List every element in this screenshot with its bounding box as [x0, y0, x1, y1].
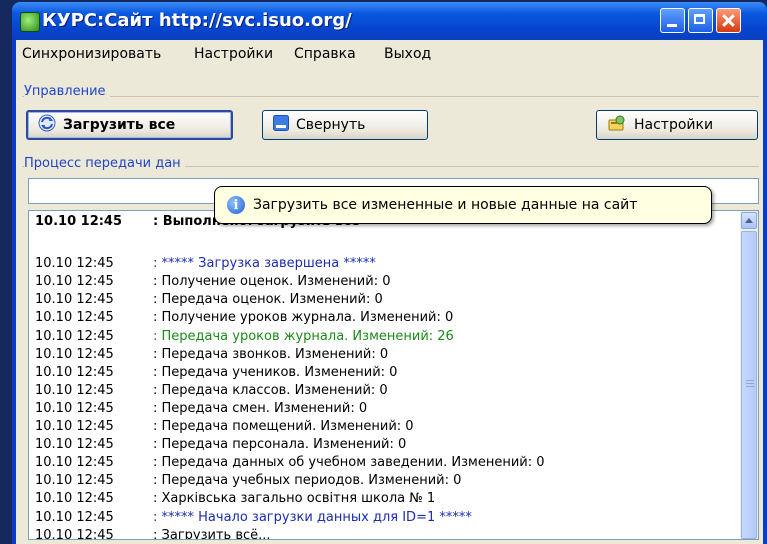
log-row-message: : Передача оценок. Изменений: 0 — [153, 292, 383, 308]
log-row-message: : Получение уроков журнала. Изменений: 0 — [153, 310, 454, 326]
log-row-time: 10.10 12:45 — [35, 455, 114, 471]
close-window-button[interactable] — [716, 8, 741, 33]
log-row-message: : Харківська загально освітня школа № 1 — [153, 491, 436, 507]
control-group-label: Управление — [24, 84, 110, 99]
maximize-window-button[interactable] — [688, 8, 713, 33]
app-window: КУРС:Сайт http://svc.isuo.org/ Синхрониз… — [12, 2, 767, 544]
log-row: 10.10 12:45 : Передача учеников. Изменени… — [35, 365, 397, 380]
log-row-time: 10.10 12:45 — [35, 256, 114, 272]
control-group-line — [22, 96, 759, 97]
log-row: 10.10 12:45 : Загрузить всё... — [35, 527, 271, 540]
log-row: 10.10 12:45 : Харківська загально освітня… — [35, 491, 435, 506]
log-row-message: : Получение оценок. Изменений: 0 — [153, 274, 391, 290]
settings-icon — [607, 114, 627, 136]
minimize-window-button[interactable] — [660, 8, 685, 33]
scroll-up-button[interactable] — [741, 212, 757, 229]
log-row-time: 10.10 12:45 — [35, 400, 114, 416]
log-row-message: : Загрузить всё... — [153, 527, 271, 540]
log-row-time: 10.10 12:45 — [35, 274, 114, 290]
log-row-message: : Передача смен. Изменений: 0 — [153, 400, 368, 416]
log-row: 10.10 12:45 : Передача учебных периодов. … — [35, 473, 461, 488]
grip-icon — [746, 380, 754, 388]
log-row: 10.10 12:45 : Передача звонков. Изменений… — [35, 347, 388, 362]
log-row: 10.10 12:45 : Получение оценок. Изменений… — [35, 274, 391, 289]
log-row: 10.10 12:45 : Получение уроков журнала. И… — [35, 310, 453, 325]
refresh-icon — [38, 114, 56, 136]
log-row-time: 10.10 12:45 — [35, 419, 114, 434]
upload-all-label: Загрузить все — [63, 117, 176, 133]
log-row-message: : Передача помещений. Изменений: 0 — [153, 419, 414, 434]
menu-exit[interactable]: Выход — [384, 46, 431, 62]
log-scrollbar[interactable] — [740, 211, 758, 539]
log-row-message: : ***** Начало загрузки данных для ID=1 … — [153, 509, 472, 525]
log-row-message: : Передача учебных периодов. Изменений: … — [153, 473, 462, 489]
minimize-button[interactable]: Свернуть — [262, 110, 428, 140]
log-row: 10.10 12:45 : Передача персонала. Изменен… — [35, 437, 406, 452]
log-row-time: 10.10 12:45 — [35, 364, 114, 380]
log-row: 10.10 12:45 : Передача оценок. Изменений:… — [35, 292, 383, 307]
transfer-group-label: Процесс передачи дан — [24, 156, 185, 171]
log-row: 10.10 12:45 : ***** Загрузка завершена **… — [35, 256, 376, 271]
log-row-time: 10.10 12:45 — [35, 509, 114, 525]
app-icon — [20, 12, 40, 32]
tooltip-text: Загрузить все измененные и новые данные … — [253, 197, 638, 213]
scroll-thumb[interactable] — [741, 231, 757, 539]
log-row-message: : ***** Загрузка завершена ***** — [153, 256, 376, 272]
log-row-time: 10.10 12:45 — [35, 310, 114, 326]
settings-label: Настройки — [634, 117, 714, 133]
log-row-time: 10.10 12:45 — [35, 292, 114, 308]
log-row: 10.10 12:45 : Передача смен. Изменений: 0 — [35, 401, 367, 416]
log-row-time: 10.10 12:45 — [35, 527, 114, 540]
upload-all-tooltip: i Загрузить все измененные и новые данны… — [214, 186, 712, 224]
menu-bar: Синхронизировать Настройки Справка Выход — [16, 40, 763, 64]
log-row: 10.10 12:45 : Передача помещений. Изменен… — [35, 419, 414, 434]
log-row-message: : Передача персонала. Изменений: 0 — [153, 437, 407, 453]
log-row-time: 10.10 12:45 — [35, 214, 123, 229]
log-row-time: 10.10 12:45 — [35, 382, 114, 398]
log-row-message: : Передача классов. Изменений: 0 — [153, 382, 388, 398]
log-row: 10.10 12:45 : Передача классов. Изменений… — [35, 383, 388, 398]
log-row-time: 10.10 12:45 — [35, 328, 114, 344]
log-row-message: : Передача учеников. Изменений: 0 — [153, 364, 398, 380]
window-title: КУРС:Сайт http://svc.isuo.org/ — [42, 10, 352, 31]
menu-sync[interactable]: Синхронизировать — [22, 46, 161, 62]
log-row: 10.10 12:45 : ***** Начало загрузки данны… — [35, 510, 472, 525]
log-row-message: : Передача уроков журнала. Изменений: 26 — [153, 328, 454, 344]
menu-settings[interactable]: Настройки — [194, 46, 273, 62]
log-row-time: 10.10 12:45 — [35, 491, 114, 507]
log-row-message: : Передача звонков. Изменений: 0 — [153, 346, 389, 362]
client-area: Синхронизировать Настройки Справка Выход… — [16, 40, 763, 544]
settings-button[interactable]: Настройки — [596, 110, 758, 140]
title-bar[interactable]: КУРС:Сайт http://svc.isuo.org/ — [12, 2, 767, 40]
upload-all-button[interactable]: Загрузить все — [26, 110, 233, 140]
menu-help[interactable]: Справка — [294, 46, 356, 62]
minimize-label: Свернуть — [296, 117, 366, 133]
log-row-time: 10.10 12:45 — [35, 346, 114, 362]
log-row-time: 10.10 12:45 — [35, 437, 114, 453]
log-list[interactable]: 10.10 12:45: Выполнено: загрузить всё10.… — [28, 210, 759, 540]
log-row: 10.10 12:45 : Передача уроков журнала. Из… — [35, 329, 454, 344]
minimize-icon — [273, 115, 289, 135]
log-row: 10.10 12:45 : Передача данных об учебном … — [35, 455, 545, 470]
log-row-time: 10.10 12:45 — [35, 473, 114, 489]
log-row-message: : Передача данных об учебном заведении. … — [153, 455, 545, 471]
info-icon: i — [227, 196, 245, 214]
